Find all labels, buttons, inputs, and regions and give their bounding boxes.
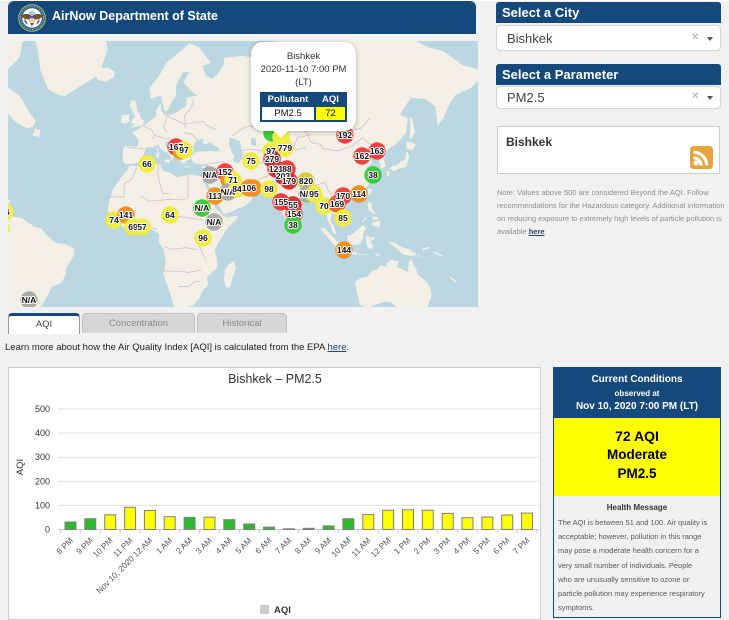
svg-text:N/A: N/A [207, 217, 222, 227]
svg-text:100: 100 [35, 500, 50, 510]
svg-text:779: 779 [278, 143, 292, 153]
svg-text:64: 64 [165, 210, 175, 220]
svg-text:10 PM: 10 PM [91, 535, 115, 559]
svg-text:7 PM: 7 PM [511, 535, 532, 556]
svg-text:163: 163 [370, 146, 384, 156]
svg-text:500: 500 [35, 404, 50, 414]
svg-text:8 AM: 8 AM [293, 535, 314, 556]
svg-text:96: 96 [198, 233, 208, 243]
svg-text:2 AM: 2 AM [174, 535, 195, 556]
svg-text:162: 162 [355, 151, 369, 161]
svg-text:400: 400 [35, 428, 50, 438]
svg-text:6 PM: 6 PM [491, 535, 512, 556]
svg-text:6 AM: 6 AM [253, 535, 274, 556]
svg-text:38: 38 [288, 220, 298, 230]
svg-text:97: 97 [179, 145, 189, 155]
svg-text:2 PM: 2 PM [411, 535, 432, 556]
svg-text:12 PM: 12 PM [368, 535, 392, 559]
svg-text:114: 114 [352, 189, 366, 199]
svg-text:820: 820 [299, 176, 313, 186]
svg-text:0: 0 [45, 525, 50, 535]
svg-text:279: 279 [265, 154, 279, 164]
svg-text:11 AM: 11 AM [349, 535, 372, 558]
svg-text:141: 141 [119, 210, 133, 220]
svg-text:75: 75 [246, 156, 256, 166]
svg-text:38: 38 [368, 170, 378, 180]
svg-text:85: 85 [338, 213, 348, 223]
svg-text:AQI: AQI [274, 605, 291, 616]
svg-text:N/A: N/A [22, 295, 37, 305]
svg-text:4 PM: 4 PM [451, 535, 472, 556]
svg-text:1 AM: 1 AM [154, 535, 175, 556]
svg-text:3 AM: 3 AM [193, 535, 214, 556]
svg-text:36: 36 [8, 207, 10, 217]
svg-text:4 AM: 4 AM [213, 535, 234, 556]
svg-text:AQI: AQI [15, 459, 26, 475]
svg-text:300: 300 [35, 452, 50, 462]
svg-text:74: 74 [109, 215, 119, 225]
svg-text:5 AM: 5 AM [233, 535, 254, 556]
svg-text:170: 170 [336, 191, 350, 201]
svg-text:144: 144 [337, 245, 351, 255]
svg-text:8 PM: 8 PM [54, 535, 75, 556]
svg-text:70: 70 [319, 201, 329, 211]
svg-text:155: 155 [274, 197, 288, 207]
svg-text:5 PM: 5 PM [471, 535, 492, 556]
svg-text:7 AM: 7 AM [273, 535, 294, 556]
svg-text:3 PM: 3 PM [431, 535, 452, 556]
svg-text:66: 66 [142, 159, 152, 169]
svg-text:154: 154 [287, 209, 301, 219]
svg-text:1 PM: 1 PM [392, 535, 413, 556]
svg-text:200: 200 [35, 476, 50, 486]
svg-text:192: 192 [338, 130, 352, 140]
svg-text:N/A: N/A [195, 203, 210, 213]
svg-text:106: 106 [242, 183, 256, 193]
svg-text:113: 113 [208, 191, 222, 201]
svg-text:N/A: N/A [203, 170, 218, 180]
svg-text:10 AM: 10 AM [329, 535, 353, 559]
svg-text:179: 179 [282, 176, 296, 186]
svg-text:Bishkek – PM2.5: Bishkek – PM2.5 [228, 372, 322, 386]
svg-text:57: 57 [137, 222, 147, 232]
svg-text:98: 98 [264, 184, 274, 194]
svg-text:95: 95 [309, 189, 319, 199]
svg-text:84: 84 [232, 184, 242, 194]
